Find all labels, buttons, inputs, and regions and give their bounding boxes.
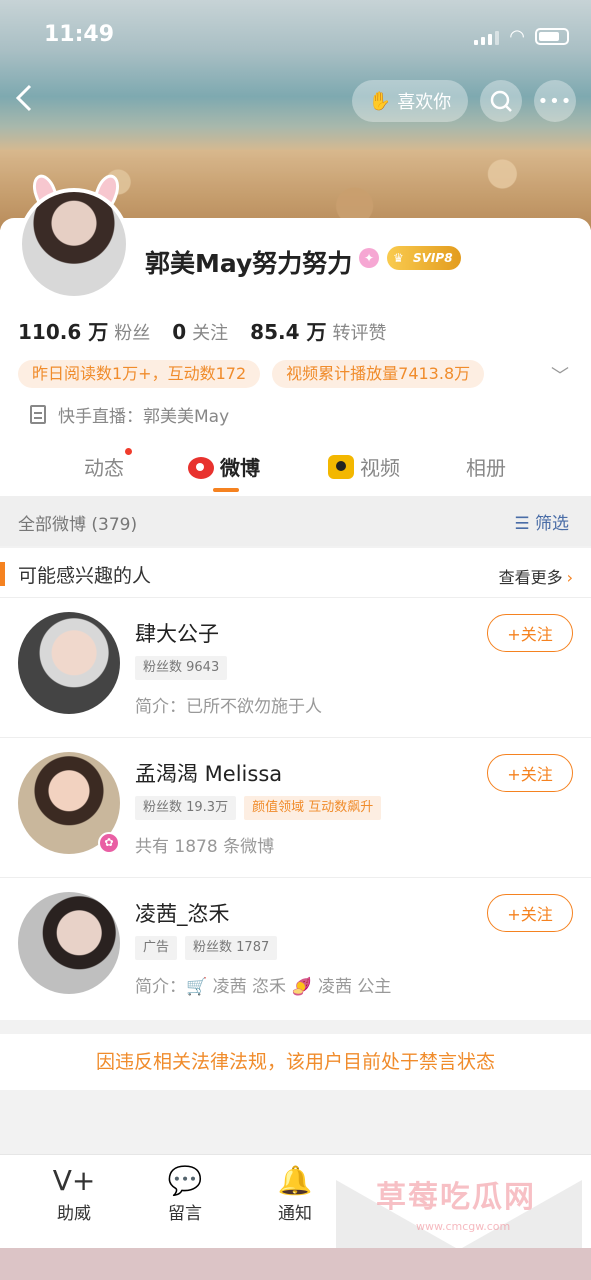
profile-tabs: 动态 微博 视频 相册 <box>0 446 591 496</box>
tab-video[interactable]: 视频 <box>328 452 400 481</box>
sweet-potato-icon: 🍠 <box>291 977 313 997</box>
verified-icon: ✿ <box>98 832 120 854</box>
live-text: 快手直播：郭美美May <box>58 407 230 427</box>
watermark-text: 草莓吃瓜网 <box>376 1180 536 1215</box>
weibo-icon <box>188 457 214 479</box>
tab-dynamic[interactable]: 动态 <box>84 448 132 481</box>
profile-card: 郭美May努力努力 ✦ SVIP8 110.6 万粉丝 0关注 85.4 万转评… <box>0 171 591 496</box>
message-button[interactable]: 💬 留言 <box>145 1163 225 1224</box>
chevron-down-icon[interactable]: ﹀ <box>551 362 569 388</box>
all-posts-label: 全部微博 (379) <box>18 515 138 535</box>
avatar[interactable] <box>18 612 120 714</box>
fans-tag: 粉丝数 9643 <box>135 656 228 680</box>
filter-icon: ☰ <box>514 514 530 534</box>
recommend-title: 可能感兴趣的人 <box>18 565 152 587</box>
likes-you-button[interactable]: ✋ 喜欢你 <box>352 80 468 122</box>
bell-icon: 🔔 <box>277 1164 313 1197</box>
profile-chips: 昨日阅读数1万+，互动数172 视频累计播放量7413.8万 <box>18 360 485 388</box>
v-plus-icon: V+ <box>52 1164 96 1197</box>
chevron-left-icon <box>15 84 32 112</box>
user-desc: 简介：已所不欲勿施于人 <box>135 697 322 717</box>
ad-tag: 广告 <box>135 936 178 960</box>
status-time: 11:49 <box>44 22 115 47</box>
tab-underline <box>213 488 239 492</box>
tab-weibo[interactable]: 微博 <box>188 452 260 481</box>
ban-notice: 因违反相关法律法规，该用户目前处于禁言状态 <box>0 1034 591 1090</box>
following-stat[interactable]: 0 关注 <box>172 319 228 345</box>
reading-chip[interactable]: 昨日阅读数1万+，互动数172 <box>18 360 261 388</box>
tab-album[interactable]: 相册 <box>466 452 506 481</box>
interactions-stat[interactable]: 85.4 万转评赞 <box>250 316 386 345</box>
cheer-button[interactable]: V+ 助威 <box>34 1163 114 1224</box>
search-button[interactable] <box>480 80 522 122</box>
status-bar: 11:49 ◠ <box>0 20 591 52</box>
back-button[interactable] <box>12 80 48 120</box>
more-button[interactable]: ••• <box>534 80 576 122</box>
home-indicator-area <box>0 1248 591 1280</box>
likes-label: 喜欢你 <box>397 92 452 113</box>
avatar[interactable] <box>18 892 120 994</box>
search-icon <box>490 90 512 112</box>
user-name[interactable]: 凌茜_恣禾 <box>135 898 230 928</box>
signal-icon <box>474 29 500 45</box>
svip-badge[interactable]: SVIP8 <box>387 246 461 270</box>
battery-icon <box>535 28 569 45</box>
recommend-header: 可能感兴趣的人 查看更多 › <box>0 548 591 598</box>
list-item[interactable]: 凌茜_恣禾 广告 粉丝数 1787 简介：🛒 凌茜 恣禾 🍠 凌茜 公主 +关注 <box>0 878 591 1018</box>
followers-stat[interactable]: 110.6 万粉丝 <box>18 316 150 345</box>
profile-stats: 110.6 万粉丝 0 关注 85.4 万转评赞 <box>18 316 386 345</box>
video-icon <box>328 455 354 479</box>
hand-icon: ✋ <box>368 90 392 112</box>
profile-name: 郭美May努力努力 <box>145 249 353 278</box>
verified-badge-icon: ✦ <box>359 248 379 268</box>
follow-button[interactable]: +关注 <box>487 894 573 932</box>
list-item[interactable]: ✿ 孟渴渴 Melissa 粉丝数 19.3万 颜值领域 互动数飙升 共有 18… <box>0 738 591 878</box>
recommend-section: 可能感兴趣的人 查看更多 › 肆大公子 粉丝数 9643 简介：已所不欲勿施于人 … <box>0 548 591 1020</box>
chevron-right-icon: › <box>566 568 573 587</box>
see-more-link[interactable]: 查看更多 › <box>499 564 573 588</box>
filter-bar: 全部微博 (379) ☰ 筛选 <box>0 496 591 546</box>
watermark-url: www.cmcgw.com <box>416 1220 511 1233</box>
more-dots-icon: ••• <box>537 90 573 112</box>
fans-tag: 粉丝数 19.3万 <box>135 796 237 820</box>
list-item[interactable]: 肆大公子 粉丝数 9643 简介：已所不欲勿施于人 +关注 <box>0 598 591 738</box>
chat-icon: 💬 <box>167 1164 203 1197</box>
document-icon <box>30 405 46 424</box>
user-name[interactable]: 肆大公子 <box>135 618 219 648</box>
video-plays-chip[interactable]: 视频累计播放量7413.8万 <box>272 360 485 388</box>
cart-icon: 🛒 <box>186 977 208 997</box>
user-name[interactable]: 孟渴渴 Melissa <box>135 758 282 788</box>
follow-button[interactable]: +关注 <box>487 754 573 792</box>
notify-button[interactable]: 🔔 通知 <box>255 1163 335 1224</box>
hot-tag: 颜值领域 互动数飙升 <box>244 796 382 820</box>
follow-button[interactable]: +关注 <box>487 614 573 652</box>
avatar[interactable] <box>18 188 130 300</box>
wifi-icon: ◠ <box>509 26 525 47</box>
live-info[interactable]: 快手直播：郭美美May <box>30 402 229 427</box>
user-desc: 共有 1878 条微博 <box>135 837 275 857</box>
user-desc: 简介：🛒 凌茜 恣禾 🍠 凌茜 公主 <box>135 977 392 997</box>
filter-button[interactable]: ☰ 筛选 <box>514 509 569 534</box>
new-dot <box>125 448 132 455</box>
fans-tag: 粉丝数 1787 <box>185 936 278 960</box>
